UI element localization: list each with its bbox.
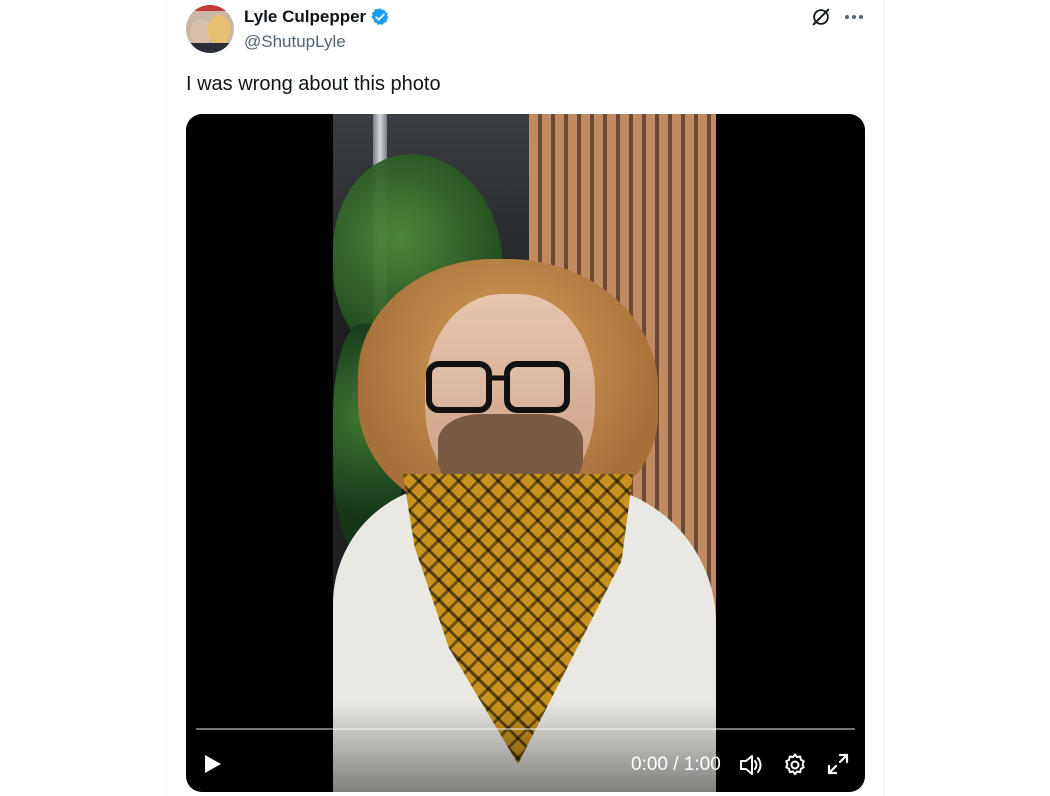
author-handle[interactable]: @ShutupLyle [244,32,346,52]
author-display-name[interactable]: Lyle Culpepper [244,7,366,27]
tweet-text: I was wrong about this photo [186,73,441,95]
video-current-time: 0:00 [631,754,668,775]
tweet-card[interactable]: Lyle Culpepper @ShutupLyle I was wrong a… [166,0,884,796]
author-avatar[interactable] [186,5,234,53]
video-time: 0:00 / 1:00 [631,754,721,776]
video-time-separator: / [673,754,679,775]
verified-badge-icon [371,8,389,25]
grok-icon[interactable] [810,6,832,28]
play-icon[interactable] [200,752,224,776]
more-icon[interactable] [841,6,867,28]
video-frame[interactable] [333,114,716,792]
video-duration: 1:00 [683,754,721,775]
page: Lyle Culpepper @ShutupLyle I was wrong a… [0,0,1050,796]
video-player[interactable]: 0:00 / 1:00 [186,114,865,792]
author-name-row: Lyle Culpepper [244,7,390,27]
settings-icon[interactable] [782,752,808,778]
fullscreen-icon[interactable] [826,752,850,776]
video-progress-bar[interactable] [196,728,855,730]
volume-icon[interactable] [738,752,764,778]
video-controls: 0:00 / 1:00 [186,744,865,788]
